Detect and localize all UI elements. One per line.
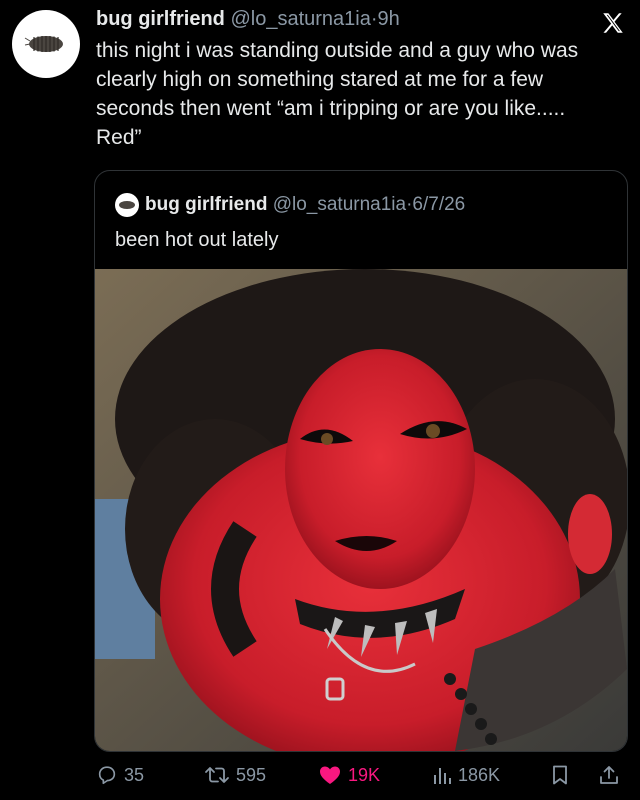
quoted-photo[interactable] — [95, 269, 627, 751]
like-count: 19K — [348, 764, 381, 785]
author-handle[interactable]: @lo_saturna1ia — [230, 8, 370, 30]
quoted-tweet-text: been hot out lately — [115, 229, 279, 251]
repost-button[interactable]: 595 — [204, 764, 266, 786]
x-logo-icon[interactable] — [600, 10, 626, 36]
tweet: bug girlfriend @lo_saturna1ia·9h this ni… — [0, 0, 640, 800]
views-icon — [434, 768, 451, 784]
isopod-avatar-icon — [119, 201, 135, 209]
tweet-actions: 35 595 19K 186K — [0, 760, 640, 794]
quoted-tweet-date: 6/7/26 — [412, 194, 466, 215]
like-button[interactable]: 19K — [318, 764, 380, 786]
bookmark-button[interactable] — [550, 764, 570, 786]
share-icon — [600, 766, 618, 784]
tweet-time[interactable]: 9h — [378, 8, 400, 30]
quoted-tweet[interactable]: bug girlfriend @lo_saturna1ia · 6/7/26 bee… — [94, 170, 628, 752]
tweet-text: this night i was standing outside and a … — [96, 39, 579, 149]
share-button[interactable] — [598, 764, 620, 786]
repost-icon — [205, 767, 229, 783]
quoted-author-handle: @lo_saturna1ia — [272, 194, 407, 215]
quoted-avatar — [115, 193, 139, 217]
separator-dot: · — [370, 8, 378, 30]
reply-icon — [98, 766, 116, 785]
heart-icon — [320, 766, 340, 784]
tweet-header: bug girlfriend @lo_saturna1ia·9h — [96, 8, 400, 31]
reply-button[interactable]: 35 — [96, 764, 144, 786]
views-count: 186K — [458, 764, 501, 785]
isopod-avatar-icon — [24, 36, 63, 52]
author-name[interactable]: bug girlfriend — [96, 8, 225, 30]
avatar[interactable] — [12, 10, 80, 78]
quoted-tweet-header: bug girlfriend @lo_saturna1ia · 6/7/26 — [115, 193, 465, 217]
repost-count: 595 — [236, 764, 267, 785]
quoted-author-name: bug girlfriend — [145, 194, 268, 215]
reply-count: 35 — [124, 764, 145, 785]
views-button[interactable]: 186K — [432, 764, 500, 786]
bookmark-icon — [553, 765, 567, 785]
